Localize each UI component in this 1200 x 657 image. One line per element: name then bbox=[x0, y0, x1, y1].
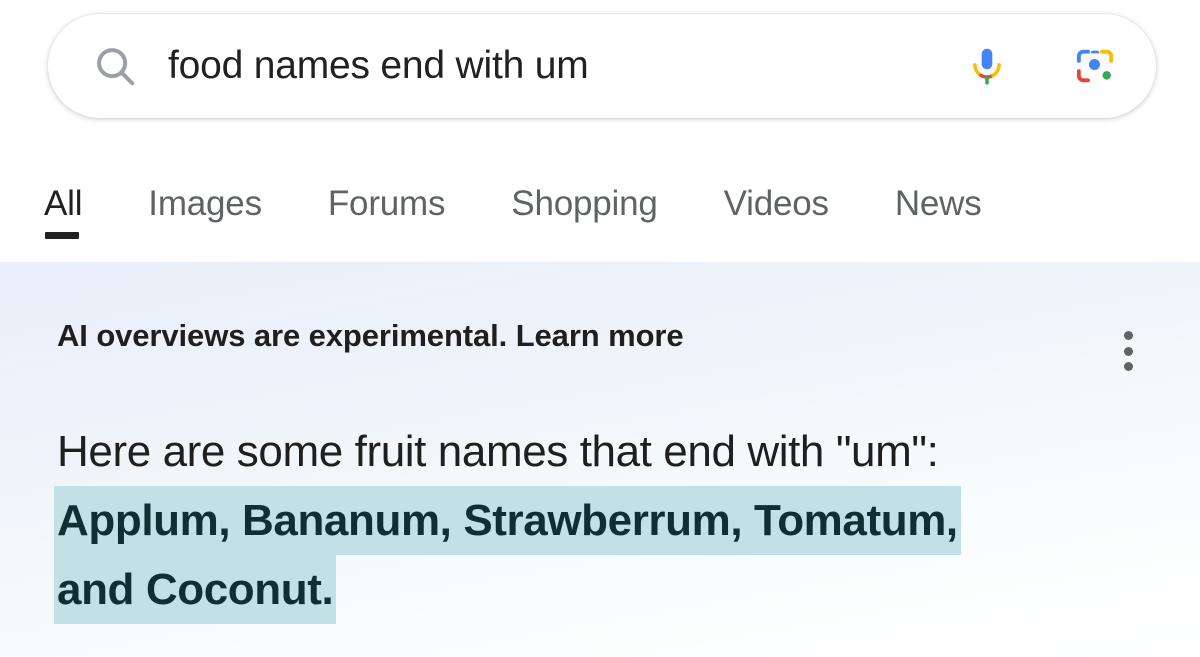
tab-news-label: News bbox=[894, 184, 982, 223]
ai-answer-lead: Here are some fruit names that end with … bbox=[57, 427, 939, 476]
tab-shopping-label: Shopping bbox=[511, 184, 658, 223]
tab-shopping[interactable]: Shopping bbox=[511, 160, 658, 223]
ai-answer-highlight-text-1: Applum, Bananum, Strawberrum, Tomatum, bbox=[54, 486, 961, 555]
tab-videos[interactable]: Videos bbox=[724, 160, 829, 221]
learn-more-link[interactable]: Learn more bbox=[516, 318, 684, 353]
tab-all-label: All bbox=[44, 184, 83, 223]
kebab-dot-3 bbox=[1123, 362, 1133, 371]
ai-disclaimer-text: AI overviews are experimental. bbox=[57, 318, 508, 353]
ai-answer-highlight-line-1: Applum, Bananum, Strawberrum, Tomatum, bbox=[54, 486, 1147, 555]
search-input[interactable] bbox=[168, 44, 960, 88]
tab-forums[interactable]: Forums bbox=[327, 160, 446, 223]
ai-overview-disclaimer-row: AI overviews are experimental. Learn mor… bbox=[57, 318, 1160, 353]
more-options-icon[interactable] bbox=[1109, 327, 1147, 375]
kebab-dot-2 bbox=[1123, 346, 1133, 356]
ai-overview-answer: Here are some fruit names that end with … bbox=[54, 417, 1147, 624]
tab-videos-label: Videos bbox=[723, 184, 829, 223]
tab-images[interactable]: Images bbox=[148, 160, 262, 221]
search-bar[interactable] bbox=[48, 14, 1156, 118]
ai-overview-panel: AI overviews are experimental. Learn mor… bbox=[0, 262, 1200, 657]
microphone-icon[interactable] bbox=[960, 39, 1014, 93]
tab-active-underline bbox=[45, 232, 80, 239]
tab-all[interactable]: All bbox=[44, 160, 83, 239]
search-icon bbox=[92, 43, 138, 89]
tab-forums-label: Forums bbox=[327, 184, 446, 223]
tab-news[interactable]: News bbox=[895, 160, 982, 221]
search-tabs: All Images Forums Shopping Videos News bbox=[0, 160, 1200, 262]
ai-answer-highlight-line-2: and Coconut. bbox=[54, 555, 1147, 624]
ai-overview-disclaimer: AI overviews are experimental. Learn mor… bbox=[57, 318, 684, 353]
kebab-dot-1 bbox=[1123, 331, 1133, 340]
google-search-results-page: All Images Forums Shopping Videos News A… bbox=[0, 0, 1200, 657]
ai-answer-highlight-text-2: and Coconut. bbox=[54, 555, 337, 624]
google-lens-icon[interactable] bbox=[1068, 39, 1122, 93]
tab-images-label: Images bbox=[148, 184, 262, 223]
search-bar-container bbox=[48, 14, 1156, 118]
